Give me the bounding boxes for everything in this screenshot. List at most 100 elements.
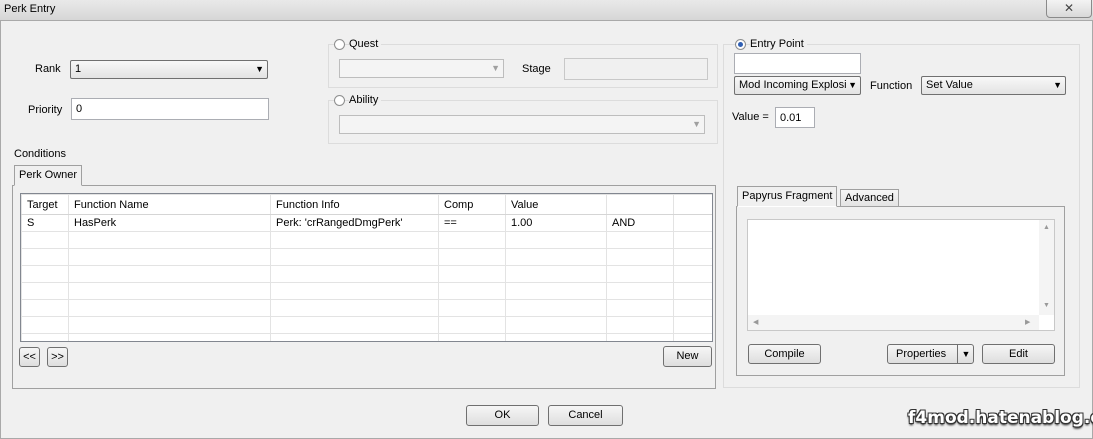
papyrus-text-area[interactable]: ▲ ▼ ◀ ▶ [747,219,1055,331]
function-dropdown[interactable]: Set Value ▼ [921,76,1066,95]
column-header[interactable]: Target [21,194,69,215]
table-cell [68,231,271,249]
tab-papyrus-fragment[interactable]: Papyrus Fragment [737,186,838,207]
rank-dropdown[interactable]: 1 ▼ [70,60,268,79]
table-cell [673,333,712,341]
table-cell [270,248,439,266]
table-cell [438,265,506,283]
chevron-down-icon: ▼ [692,119,701,129]
tab-advanced[interactable]: Advanced [840,189,899,207]
table-cell [270,333,439,341]
table-cell [21,231,69,249]
table-cell [21,282,69,300]
properties-button[interactable]: Properties ▼ [887,344,974,364]
function-value: Set Value [926,79,973,91]
compile-button[interactable]: Compile [748,344,821,364]
tab-advanced-label: Advanced [845,192,894,204]
tab-perk-owner-label: Perk Owner [19,169,78,181]
chevron-down-icon[interactable]: ▼ [957,345,974,363]
entry-point-radio[interactable] [735,39,746,50]
cancel-button-label: Cancel [568,409,603,421]
cancel-button[interactable]: Cancel [548,405,623,426]
table-cell [21,248,69,266]
stage-input[interactable] [564,58,708,80]
ability-dropdown[interactable]: ▼ [339,115,705,134]
chevron-down-icon: ▼ [255,64,264,74]
empty-table-row [21,282,712,300]
priority-input[interactable]: 0 [71,98,269,120]
table-cell [21,299,69,317]
quest-radio[interactable] [334,39,345,50]
table-header-row: Target Function Name Function Info Comp Valu… [21,194,712,215]
scroll-left-icon[interactable]: ◀ [753,318,758,326]
table-cell [68,333,271,341]
table-cell [505,282,607,300]
scroll-right-icon[interactable]: ▶ [1025,318,1030,326]
table-row[interactable]: S HasPerk Perk: 'crRangedDmgPerk' == 1.00 AND [21,214,712,232]
table-cell [673,282,712,300]
ability-radio[interactable] [334,95,345,106]
value-input-value: 0.01 [780,112,802,124]
table-cell [673,299,712,317]
tab-perk-owner[interactable]: Perk Owner [14,165,83,186]
scroll-up-icon[interactable]: ▲ [1043,224,1050,231]
next-button[interactable]: >> [47,347,68,367]
chevron-down-icon: ▼ [1053,80,1062,90]
value-input[interactable]: 0.01 [775,107,815,128]
close-icon: ✕ [1063,1,1075,15]
table-cell [505,265,607,283]
table-cell [505,333,607,341]
scroll-down-icon[interactable]: ▼ [1043,302,1050,309]
table-cell [21,265,69,283]
table-cell: == [438,214,506,232]
vertical-scrollbar[interactable]: ▲ ▼ [1039,220,1054,315]
empty-table-row [21,316,712,334]
table-cell [673,231,712,249]
entry-point-dropdown[interactable]: Mod Incoming Explosi ▼ [734,76,861,95]
empty-table-row [21,248,712,266]
column-header[interactable]: Function Name [68,194,271,215]
table-cell: HasPerk [68,214,271,232]
table-cell [606,333,674,341]
priority-label: Priority [28,104,63,116]
new-condition-button[interactable]: New [663,346,712,367]
table-cell [606,299,674,317]
table-cell [270,316,439,334]
ok-button-label: OK [494,409,511,421]
conditions-table-container: Target Function Name Function Info Comp Valu… [20,193,713,342]
rank-label: Rank [35,63,61,75]
empty-table-row [21,265,712,283]
entry-point-text-input[interactable] [734,53,861,74]
quest-radio-label: Quest [349,38,382,50]
close-button[interactable]: ✕ [1046,0,1092,18]
table-cell [438,248,506,266]
table-cell [673,214,712,232]
table-cell: 1.00 [505,214,607,232]
table-cell [438,333,506,341]
stage-label: Stage [522,63,551,75]
previous-button[interactable]: << [19,347,40,367]
table-cell [505,231,607,249]
table-cell [438,299,506,317]
conditions-label: Conditions [14,148,66,160]
next-button-label: >> [51,351,64,363]
column-header[interactable]: Value [505,194,607,215]
column-header[interactable] [606,194,674,215]
chevron-down-icon: ▼ [491,63,500,73]
column-header[interactable] [673,194,712,215]
properties-button-label: Properties [896,348,947,360]
table-cell [438,231,506,249]
horizontal-scrollbar[interactable]: ◀ ▶ [748,315,1039,330]
quest-dropdown[interactable]: ▼ [339,59,504,78]
table-cell [606,265,674,283]
tab-papyrus-fragment-label: Papyrus Fragment [742,190,833,202]
table-cell [673,248,712,266]
column-header[interactable]: Function Info [270,194,439,215]
edit-button[interactable]: Edit [982,344,1055,364]
ok-button[interactable]: OK [466,405,539,426]
priority-value: 0 [76,103,83,115]
column-header[interactable]: Comp [438,194,506,215]
function-label: Function [870,80,913,92]
ability-radio-label: Ability [349,94,382,106]
chevron-down-icon: ▼ [846,77,857,94]
